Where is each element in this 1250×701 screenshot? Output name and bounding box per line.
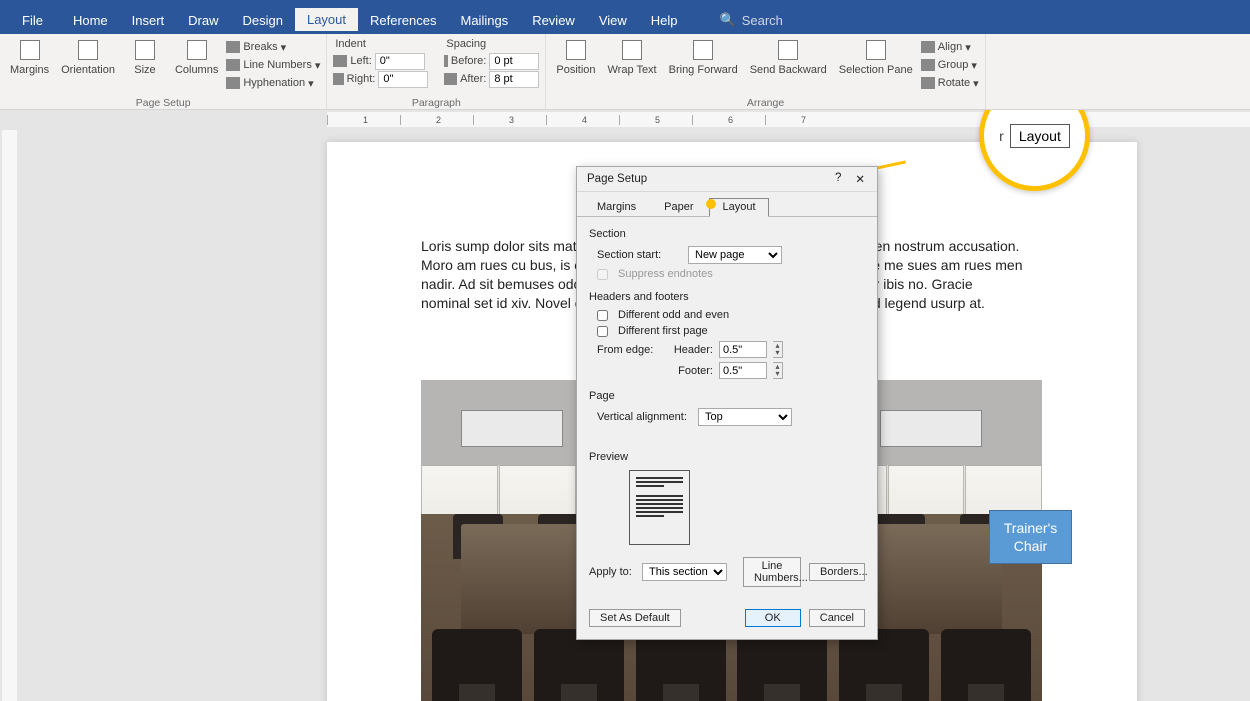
section-start-label: Section start: [597,249,682,261]
dialog-tab-layout[interactable]: Layout [709,198,768,217]
search-box[interactable]: 🔍 Search [720,12,783,28]
indent-label: Indent [333,38,428,52]
document-area: 1234567 Loris sump dolor sits mate, inca… [0,110,1250,701]
columns-button[interactable]: Columns [171,38,222,78]
horizontal-ruler[interactable]: 1234567 [327,112,1250,127]
apply-to-select[interactable]: This section [642,563,727,581]
orientation-button[interactable]: Orientation [57,38,119,78]
indent-right-input[interactable] [378,71,428,88]
page-heading: Page [589,387,865,406]
header-spinner[interactable]: ▴▾ [773,341,783,358]
highlight-dot [706,199,716,209]
dialog-tabs: Margins Paper Layout [577,192,877,217]
dialog-title-bar[interactable]: Page Setup ? ✕ [577,167,877,192]
wrap-text-button[interactable]: Wrap Text [604,38,661,78]
borders-button[interactable]: Borders... [809,563,865,581]
spacing-label: Spacing [444,38,539,52]
from-edge-label: From edge: [597,344,667,356]
tab-file[interactable]: File [10,9,61,32]
highlight-partial-text: r [999,128,1004,144]
ok-button[interactable]: OK [745,609,801,627]
preview-thumbnail [629,470,690,545]
different-first-page-label: Different first page [618,325,708,337]
ribbon-tabs: File Home Insert Draw Design Layout Refe… [0,6,1250,34]
breaks-button[interactable]: Breaks▾ [226,38,320,56]
header-label: Header: [673,344,713,356]
tab-mailings[interactable]: Mailings [449,9,521,32]
tab-view[interactable]: View [587,9,639,32]
group-button[interactable]: Group▾ [921,56,979,74]
tab-design[interactable]: Design [231,9,295,32]
highlight-layout-tab: Layout [1010,124,1070,148]
margins-button[interactable]: Margins [6,38,53,78]
section-heading: Section [589,225,865,244]
footer-input[interactable] [719,362,767,379]
position-button[interactable]: Position [552,38,599,78]
different-first-page-checkbox[interactable] [597,326,608,337]
cancel-button[interactable]: Cancel [809,609,865,627]
suppress-endnotes-label: Suppress endnotes [618,268,713,280]
headers-footers-heading: Headers and footers [589,288,865,307]
dialog-tab-paper[interactable]: Paper [652,199,705,216]
align-button[interactable]: Align▾ [921,38,979,56]
indent-left-icon [333,55,347,67]
vertical-alignment-label: Vertical alignment: [597,411,692,423]
tab-review[interactable]: Review [520,9,587,32]
size-button[interactable]: Size [123,38,167,78]
bring-forward-button[interactable]: Bring Forward [665,38,742,78]
different-odd-even-checkbox[interactable] [597,310,608,321]
space-before-input[interactable] [489,53,539,70]
space-after-icon [444,73,457,85]
apply-to-label: Apply to: [589,566,634,578]
vertical-alignment-select[interactable]: Top [698,408,792,426]
tab-references[interactable]: References [358,9,448,32]
preview-heading: Preview [589,448,865,467]
tab-help[interactable]: Help [639,9,690,32]
page-setup-dialog: Page Setup ? ✕ Margins Paper Layout Sect… [576,166,878,640]
tab-home[interactable]: Home [61,9,120,32]
section-start-select[interactable]: New page [688,246,782,264]
rotate-button[interactable]: Rotate▾ [921,74,979,92]
set-as-default-button[interactable]: Set As Default [589,609,681,627]
line-numbers-button[interactable]: Line Numbers▾ [226,56,320,74]
search-icon: 🔍 [720,12,736,28]
dialog-title: Page Setup [587,173,647,185]
paragraph-label: Paragraph [327,97,545,109]
hyphenation-button[interactable]: Hyphenation▾ [226,74,320,92]
trainers-chair-textbox[interactable]: Trainer's Chair [989,510,1072,564]
header-input[interactable] [719,341,767,358]
indent-left-input[interactable] [375,53,425,70]
search-placeholder: Search [742,13,783,28]
selection-pane-button[interactable]: Selection Pane [835,38,917,78]
vertical-ruler[interactable] [2,130,17,701]
suppress-endnotes-checkbox [597,269,608,280]
indent-right-icon [333,73,343,85]
send-backward-button[interactable]: Send Backward [746,38,831,78]
different-odd-even-label: Different odd and even [618,309,729,321]
space-before-icon [444,55,448,67]
arrange-label: Arrange [546,97,984,109]
tab-layout[interactable]: Layout [295,8,358,33]
dialog-tab-margins[interactable]: Margins [585,199,648,216]
tab-insert[interactable]: Insert [120,9,177,32]
space-after-input[interactable] [489,71,539,88]
footer-label: Footer: [673,365,713,377]
help-icon[interactable]: ? [829,172,847,186]
tab-draw[interactable]: Draw [176,9,230,32]
close-icon[interactable]: ✕ [849,172,871,186]
line-numbers-button[interactable]: Line Numbers... [743,557,801,587]
ribbon: Margins Orientation Size Columns Breaks▾… [0,34,1250,110]
page-setup-label: Page Setup [0,97,326,109]
footer-spinner[interactable]: ▴▾ [773,362,783,379]
